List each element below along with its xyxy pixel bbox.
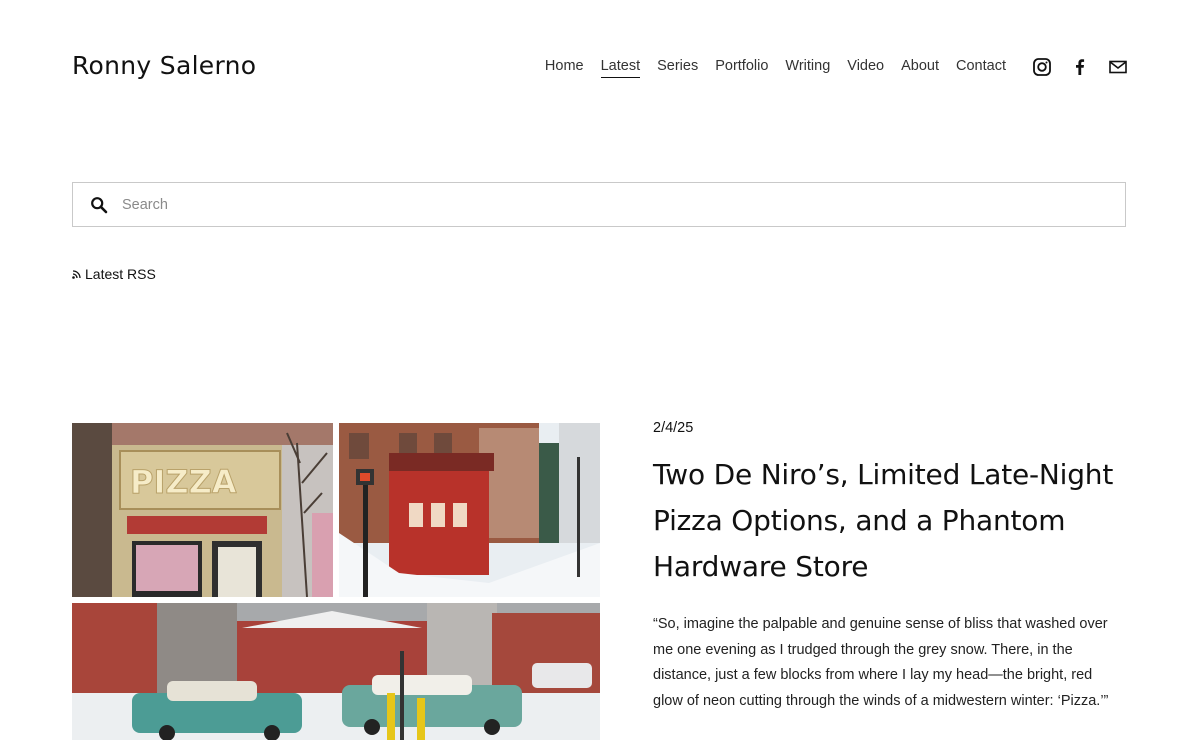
post-image-collage[interactable]: PIZZA: [72, 423, 600, 740]
social-links: [1032, 57, 1128, 77]
rss-link[interactable]: Latest RSS: [72, 266, 156, 282]
site-header: Ronny Salerno Home Latest Series Portfol…: [72, 45, 1128, 91]
nav-video[interactable]: Video: [847, 58, 884, 78]
instagram-icon[interactable]: [1032, 57, 1052, 77]
main-nav: Home Latest Series Portfolio Writing Vid…: [545, 58, 1006, 78]
nav-writing[interactable]: Writing: [785, 58, 830, 78]
rss-label: Latest RSS: [85, 266, 156, 282]
nav-series[interactable]: Series: [657, 58, 698, 78]
search-input[interactable]: [120, 195, 1125, 214]
nav-portfolio[interactable]: Portfolio: [715, 58, 768, 78]
site-title[interactable]: Ronny Salerno: [72, 51, 256, 80]
post-date: 2/4/25: [653, 420, 694, 436]
rss-icon: [72, 266, 81, 282]
nav-home[interactable]: Home: [545, 58, 584, 78]
search-bar: [72, 182, 1126, 227]
pizza-storefront-photo: PIZZA: [72, 423, 333, 597]
nav-contact[interactable]: Contact: [956, 58, 1006, 78]
vintage-cars-snow-photo: [72, 603, 600, 740]
facebook-icon[interactable]: [1070, 57, 1090, 77]
post-summary: 2/4/25 Two De Niro’s, Limited Late-Night…: [653, 420, 1123, 729]
mail-icon[interactable]: [1108, 57, 1128, 77]
search-icon: [90, 195, 110, 215]
pizza-sign-text: PIZZA: [130, 463, 237, 501]
snowy-street-photo: [339, 423, 600, 597]
post-excerpt: “So, imagine the palpable and genuine se…: [653, 616, 1109, 709]
nav-latest[interactable]: Latest: [600, 58, 641, 78]
nav-about[interactable]: About: [901, 58, 939, 78]
post-title[interactable]: Two De Niro’s, Limited Late-Night Pizza …: [653, 452, 1123, 590]
